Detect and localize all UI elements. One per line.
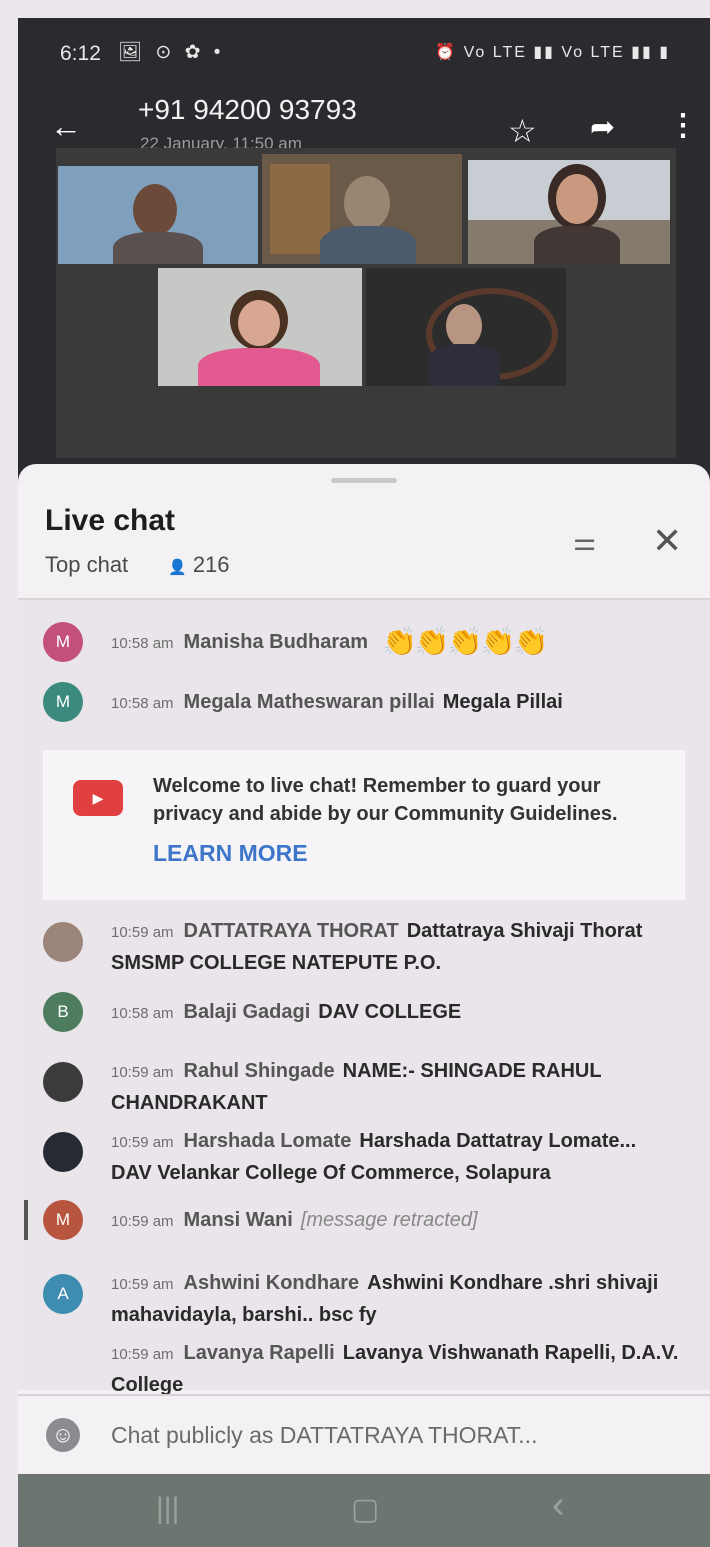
message-text: 10:59 am Lavanya Rapelli Lavanya Vishwanat… — [111, 1338, 681, 1400]
signal-icons: ⏰ Vo LTE ▮▮ Vo LTE ▮▮ ▮ — [435, 44, 670, 61]
viewer-count: 👤 216 — [168, 552, 230, 578]
avatar: A — [43, 1274, 83, 1314]
message-author: Ashwini Kondhare — [183, 1272, 360, 1294]
drag-handle[interactable] — [331, 478, 397, 483]
message-body: [message retracted] — [300, 1209, 478, 1231]
top-bar: ← +91 94200 93793 22 January, 11:50 am ☆… — [18, 78, 710, 158]
message-time: 10:59 am — [111, 1213, 174, 1230]
learn-more-link[interactable]: LEARN MORE — [153, 840, 308, 867]
message-text: 10:58 am Manisha Budharam 👏👏👏👏👏 — [111, 627, 681, 659]
clap-emoji-icon: 👏👏👏👏👏 — [382, 626, 548, 657]
avatar — [43, 1062, 83, 1102]
message-author: DATTATRAYA THORAT — [183, 920, 399, 942]
message-time: 10:58 am — [111, 635, 174, 652]
welcome-text: Welcome to live chat! Remember to guard … — [153, 775, 618, 825]
message-text: 10:59 am Mansi Wani [message retracted] — [111, 1205, 681, 1237]
home-icon[interactable]: ▢ — [351, 1492, 379, 1527]
back-arrow-icon[interactable]: ← — [50, 108, 82, 145]
selection-bar — [24, 1200, 28, 1240]
video-tile — [468, 160, 670, 264]
message-time: 10:59 am — [111, 1064, 174, 1081]
share-icon[interactable]: ➦ — [590, 110, 615, 145]
system-nav-bar: ||| ▢ ‹ — [18, 1474, 710, 1547]
more-options-icon[interactable]: ⋮ — [668, 108, 698, 143]
person-icon: 👤 — [168, 559, 187, 576]
video-tile — [262, 154, 462, 264]
viewer-count-value: 216 — [192, 552, 230, 577]
message-text: 10:58 am Megala Matheswaran pillai Megala … — [111, 687, 681, 719]
top-chat-selector[interactable]: Top chat — [45, 552, 128, 578]
welcome-banner: ▶ Welcome to live chat! Remember to guar… — [43, 750, 685, 900]
avatar: M — [43, 682, 83, 722]
nav-back-icon[interactable]: ‹ — [552, 1484, 565, 1527]
message-author: Rahul Shingade — [183, 1060, 335, 1082]
message-author: Lavanya Rapelli — [183, 1342, 335, 1364]
avatar: B — [43, 992, 83, 1032]
video-tile — [58, 166, 258, 264]
message-author: Harshada Lomate — [183, 1130, 352, 1152]
live-chat-panel: Live chat Top chat 👤 216 ⚌ ✕ M 10:58 am M… — [18, 464, 710, 1476]
close-icon[interactable]: ✕ — [652, 520, 682, 562]
phone-screen: 6:12 🖼 ⊙ ✿ • ⏰ Vo LTE ▮▮ Vo LTE ▮▮ ▮ ← +… — [18, 18, 710, 1547]
star-icon[interactable]: ☆ — [508, 112, 537, 150]
message-body: Megala Pillai — [442, 691, 563, 713]
chat-input[interactable]: Chat publicly as DATTATRAYA THORAT... — [111, 1422, 537, 1449]
message-time: 10:58 am — [111, 1005, 174, 1022]
message-time: 10:59 am — [111, 924, 174, 941]
emoji-icon[interactable]: ☺ — [46, 1418, 80, 1452]
contact-title: +91 94200 93793 — [138, 94, 357, 125]
message-author: Mansi Wani — [183, 1209, 293, 1231]
message-time: 10:59 am — [111, 1346, 174, 1363]
chat-input-row: ☺ Chat publicly as DATTATRAYA THORAT... — [18, 1394, 710, 1476]
notification-icons: 🖼 ⊙ ✿ • — [118, 42, 225, 63]
message-author: Megala Matheswaran pillai — [183, 691, 435, 713]
message-text: 10:59 am DATTATRAYA THORAT Dattatraya Shiv… — [111, 916, 681, 978]
avatar — [43, 1132, 83, 1172]
message-time: 10:58 am — [111, 695, 174, 712]
message-time: 10:59 am — [111, 1134, 174, 1151]
recents-icon[interactable]: ||| — [156, 1492, 179, 1526]
message-text: 10:59 am Rahul Shingade NAME:- SHINGADE RA… — [111, 1056, 681, 1118]
chat-message-list[interactable]: M 10:58 am Manisha Budharam 👏👏👏👏👏 M 10:58 … — [18, 600, 710, 1396]
message-text: 10:58 am Balaji Gadagi DAV COLLEGE — [111, 997, 681, 1029]
status-time: 6:12 — [60, 42, 101, 65]
live-chat-title: Live chat — [45, 504, 176, 537]
filter-icon[interactable]: ⚌ — [573, 526, 596, 557]
message-text: 10:59 am Harshada Lomate Harshada Dattatra… — [111, 1126, 681, 1188]
message-text: 10:59 am Ashwini Kondhare Ashwini Kondhare… — [111, 1268, 681, 1330]
avatar: M — [43, 1200, 83, 1240]
message-time: 10:59 am — [111, 1276, 174, 1293]
message-body: DAV COLLEGE — [318, 1001, 462, 1023]
youtube-icon: ▶ — [73, 780, 123, 816]
message-author: Balaji Gadagi — [183, 1001, 311, 1023]
message-author: Manisha Budharam — [183, 631, 369, 653]
avatar: M — [43, 622, 83, 662]
avatar — [43, 922, 83, 962]
video-tile — [158, 268, 362, 386]
status-bar: 6:12 🖼 ⊙ ✿ • ⏰ Vo LTE ▮▮ Vo LTE ▮▮ ▮ — [18, 18, 710, 78]
video-tile — [366, 268, 566, 386]
video-conference-image — [56, 148, 676, 458]
